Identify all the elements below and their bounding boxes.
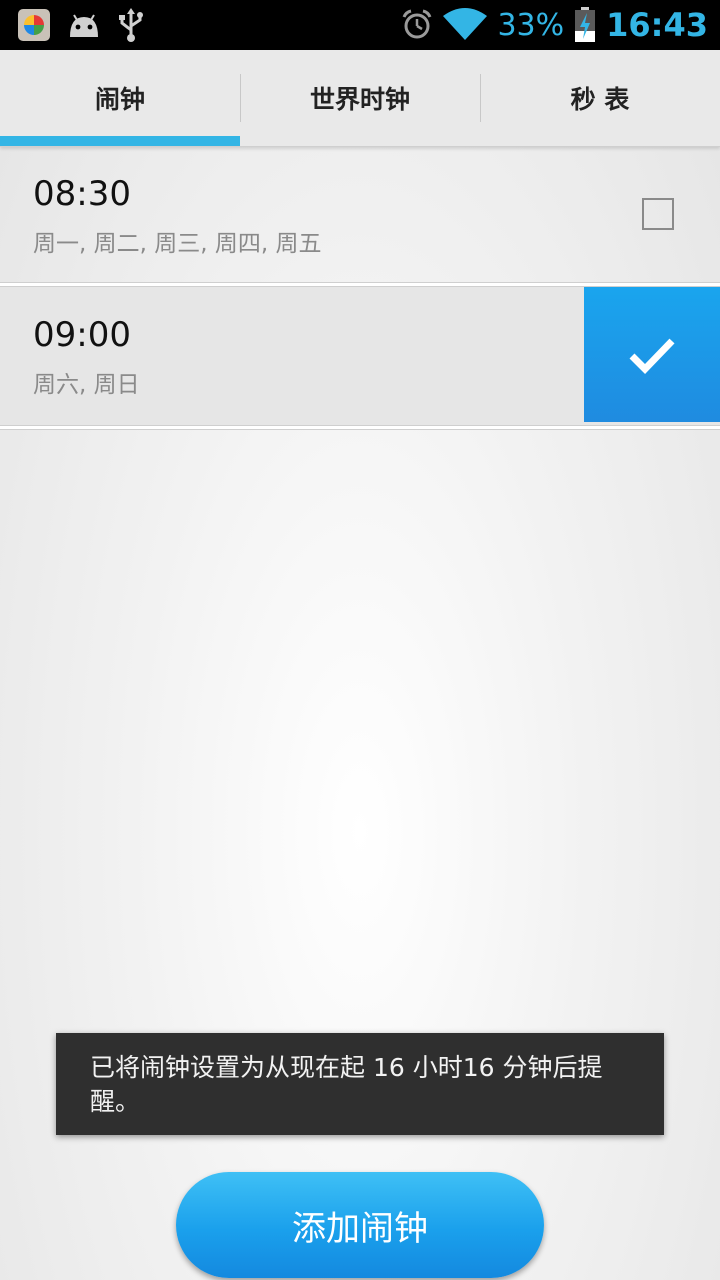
tab-stopwatch[interactable]: 秒 表 [480,50,720,146]
usb-icon [119,8,143,42]
alarm-toggle-checkbox-checked[interactable] [584,287,720,422]
checkmark-icon [629,338,675,374]
alarm-time: 09:00 [33,315,131,355]
android-icon [70,14,98,37]
toast-notification: 已将闹钟设置为从现在起 16 小时16 分钟后提醒。 [56,1033,664,1135]
alarm-item[interactable]: 09:00 周六, 周日 [0,287,720,425]
selected-tab-indicator [0,136,240,146]
alarm-toggle-checkbox[interactable] [642,198,674,230]
battery-charging-icon [575,7,596,42]
add-alarm-button[interactable]: 添加闹钟 [176,1172,544,1278]
alarm-repeat-days: 周一, 周二, 周三, 周四, 周五 [33,231,322,257]
alarm-clock-icon [403,9,432,39]
battery-percent: 33% [497,7,565,43]
alarm-repeat-days: 周六, 周日 [33,372,140,398]
app-icon [18,9,50,41]
wifi-icon [443,8,488,40]
system-icons: 33% 16:43 [401,0,708,50]
notification-icons [18,8,144,42]
add-alarm-label: 添加闹钟 [292,1208,428,1249]
toast-message: 已将闹钟设置为从现在起 16 小时16 分钟后提醒。 [90,1053,603,1116]
alarm-time: 08:30 [33,174,131,214]
list-divider [0,425,720,430]
tab-bar: 闹钟 世界时钟 秒 表 [0,50,720,147]
status-bar: 33% 16:43 [0,0,720,50]
clock-time: 16:43 [606,6,708,44]
alarm-item[interactable]: 08:30 周一, 周二, 周三, 周四, 周五 [0,146,720,284]
tab-alarm[interactable]: 闹钟 [0,50,240,146]
tab-world-clock[interactable]: 世界时钟 [240,50,480,146]
